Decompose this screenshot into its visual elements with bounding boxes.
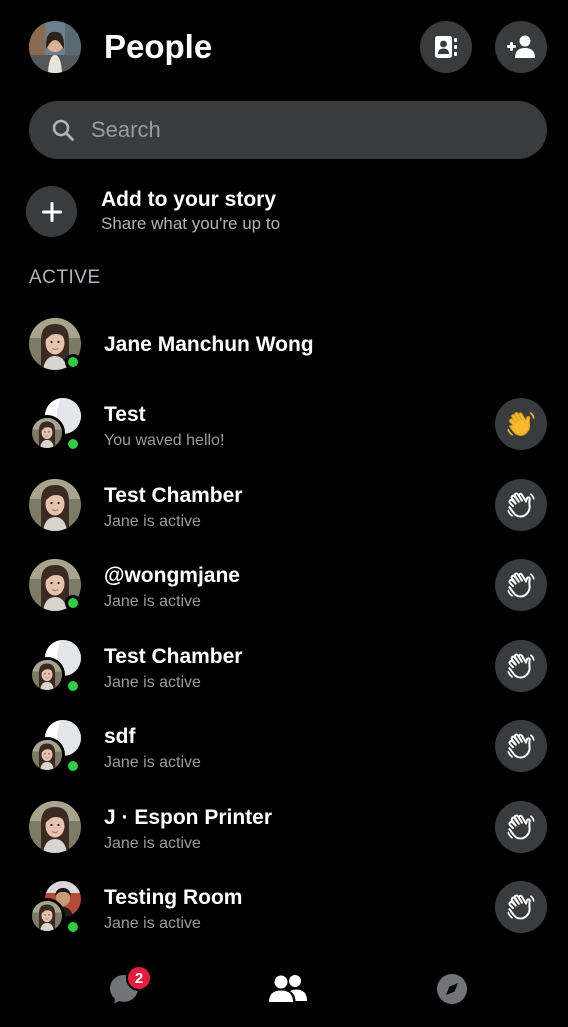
wave-button[interactable] [495, 640, 547, 692]
nav-chats-tab[interactable]: 2 [100, 965, 152, 1013]
wave-hand-outline-icon [506, 651, 536, 681]
wave-hand-outline-icon [506, 812, 536, 842]
contact-name: J · Espon Printer [104, 806, 273, 829]
active-section-label: ACTIVE [29, 267, 101, 288]
search-input[interactable] [91, 101, 521, 159]
wave-button[interactable] [495, 801, 547, 853]
online-indicator [65, 436, 81, 452]
search-bar[interactable] [29, 101, 547, 159]
contact-status: Jane is active [104, 513, 201, 530]
add-story-row[interactable]: Add to your story Share what you're up t… [26, 185, 546, 239]
add-story-button[interactable] [26, 186, 77, 237]
wave-hand-outline-icon [506, 731, 536, 761]
plus-icon [41, 201, 62, 222]
search-icon [52, 119, 74, 141]
contact-row[interactable]: Jane Manchun Wong [0, 318, 568, 398]
waving-hand-icon [506, 409, 536, 439]
contact-name: Jane Manchun Wong [104, 333, 314, 356]
contact-status: Jane is active [104, 674, 201, 691]
nav-discover-tab[interactable] [428, 965, 476, 1013]
online-indicator [65, 758, 81, 774]
group-avatar [29, 720, 83, 774]
contact-row[interactable]: @wongmjane Jane is active [0, 559, 568, 639]
wave-button[interactable] [495, 479, 547, 531]
avatar [29, 318, 83, 372]
wave-button[interactable] [495, 720, 547, 772]
page-title: People [104, 28, 213, 65]
contact-row[interactable]: Testing Room Jane is active [0, 881, 568, 961]
discover-icon [437, 974, 467, 1004]
contact-row[interactable]: Test Chamber Jane is active [0, 479, 568, 559]
contact-status: Jane is active [104, 835, 201, 852]
nav-people-tab[interactable] [264, 965, 312, 1013]
add-story-subtitle: Share what you're up to [101, 214, 281, 233]
contact-row[interactable]: sdf Jane is active [0, 720, 568, 800]
wave-hand-outline-icon [506, 892, 536, 922]
contact-row[interactable]: Test Chamber Jane is active [0, 640, 568, 720]
profile-avatar[interactable] [29, 21, 81, 73]
contact-status: Jane is active [104, 915, 201, 932]
contact-name: Testing Room [104, 886, 243, 909]
contact-status: You waved hello! [104, 432, 225, 449]
group-avatar [29, 640, 83, 694]
header: People [0, 0, 568, 96]
online-indicator [65, 354, 81, 370]
group-avatar [29, 398, 83, 452]
contact-row[interactable]: J · Espon Printer Jane is active [0, 801, 568, 881]
add-story-title: Add to your story [101, 188, 277, 211]
contact-status: Jane is active [104, 593, 201, 610]
contacts-book-icon [435, 36, 457, 58]
wave-button[interactable] [495, 559, 547, 611]
online-indicator [65, 919, 81, 935]
wave-hand-outline-icon [506, 570, 536, 600]
wave-hand-outline-icon [506, 490, 536, 520]
add-person-button[interactable] [495, 21, 547, 73]
contact-name: @wongmjane [104, 564, 240, 587]
online-indicator [65, 595, 81, 611]
people-icon [269, 975, 307, 1002]
contact-name: Test Chamber [104, 645, 243, 668]
contact-row[interactable]: Test You waved hello! [0, 398, 568, 478]
online-indicator [65, 678, 81, 694]
contacts-button[interactable] [420, 21, 472, 73]
avatar [29, 559, 83, 613]
contact-name: Test Chamber [104, 484, 243, 507]
add-person-icon [507, 35, 535, 58]
avatar [29, 479, 83, 533]
wave-button[interactable] [495, 881, 547, 933]
contact-status: Jane is active [104, 754, 201, 771]
unread-badge: 2 [126, 965, 152, 991]
group-avatar [29, 881, 83, 935]
avatar [29, 801, 83, 855]
wave-button[interactable] [495, 398, 547, 450]
bottom-nav: 2 [0, 955, 568, 1027]
contact-name: sdf [104, 725, 136, 748]
contact-name: Test [104, 403, 146, 426]
